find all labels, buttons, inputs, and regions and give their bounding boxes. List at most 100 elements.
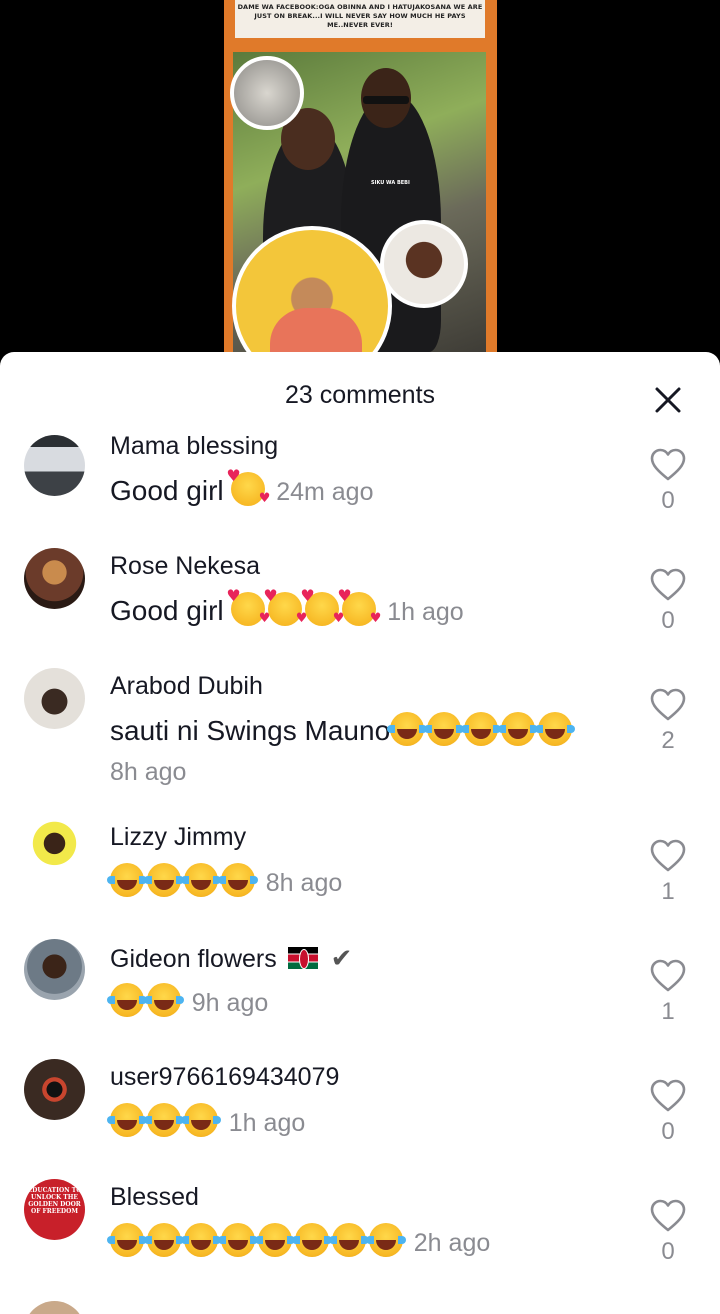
like-count: 0	[661, 1118, 675, 1145]
avatar[interactable]	[24, 819, 85, 880]
tears-of-joy-icon	[107, 983, 147, 1017]
smiling-face-with-hearts-icon	[263, 586, 307, 626]
poster-circle-woman	[380, 220, 468, 308]
comment-time: 9h ago	[191, 989, 269, 1017]
comment-item[interactable]: Arabod Dubih sauti ni Swings Mauno 8h ag…	[0, 668, 720, 822]
tears-of-joy-icon	[292, 1223, 332, 1257]
heart-outline-icon	[650, 688, 686, 721]
video-player[interactable]: DAME WA FACEBOOK:OGA OBINNA AND I HATUJA…	[0, 0, 720, 360]
smiling-face-with-hearts-icon	[226, 586, 270, 626]
heart-outline-icon	[650, 448, 686, 481]
comment-text: 2h ago	[107, 1223, 491, 1258]
like-button[interactable]: 0	[648, 448, 688, 515]
tears-of-joy-icon	[144, 983, 184, 1017]
like-count: 1	[661, 998, 675, 1025]
tears-of-joy-icon	[144, 1103, 184, 1137]
comment-username-text: Gideon flowers	[110, 945, 277, 973]
comment-username[interactable]: Arabod Dubih	[110, 672, 263, 701]
comment-time: 8h ago	[265, 869, 343, 897]
like-button[interactable]: 1	[648, 959, 688, 1026]
avatar[interactable]	[24, 668, 85, 729]
video-poster: DAME WA FACEBOOK:OGA OBINNA AND I HATUJA…	[224, 0, 497, 360]
tears-of-joy-icon	[329, 1223, 369, 1257]
heart-outline-icon	[650, 959, 686, 992]
like-count: 2	[661, 727, 675, 754]
tears-of-joy-icon	[107, 1223, 147, 1257]
comment-time: 2h ago	[413, 1229, 491, 1257]
poster-circle-couple	[230, 56, 304, 130]
tears-of-joy-icon	[498, 712, 539, 746]
like-button[interactable]: 1	[648, 839, 688, 906]
heart-outline-icon	[650, 839, 686, 872]
tears-of-joy-icon	[107, 863, 147, 897]
comment-username[interactable]: Rose Nekesa	[110, 552, 260, 581]
smiling-face-with-hearts-icon	[337, 586, 381, 626]
like-count: 0	[661, 1238, 675, 1265]
tears-of-joy-icon	[144, 1223, 184, 1257]
avatar[interactable]	[24, 1301, 85, 1314]
avatar[interactable]	[24, 1059, 85, 1120]
comment-item[interactable]: Gideon flowers ✔ 9h ago 1	[0, 939, 720, 1063]
smiling-face-with-hearts-icon	[300, 586, 344, 626]
comment-text: 1h ago	[107, 1103, 305, 1138]
heart-outline-icon	[650, 1079, 686, 1112]
comment-text: 9h ago	[107, 983, 269, 1018]
comment-text: Good girl 1h ago	[110, 586, 464, 627]
comment-item[interactable]: Mama blessing Good girl 24m ago 0	[0, 432, 720, 552]
comment-count-title: 23 comments	[284, 381, 436, 409]
like-button[interactable]: 0	[648, 1199, 688, 1266]
tears-of-joy-icon	[461, 712, 502, 746]
like-button[interactable]: 2	[648, 688, 688, 755]
tears-of-joy-icon	[255, 1223, 295, 1257]
tears-of-joy-icon	[218, 1223, 258, 1257]
check-mark-icon: ✔	[330, 943, 353, 973]
comment-username[interactable]: user9766169434079	[110, 1063, 339, 1092]
sunglasses	[363, 96, 409, 104]
comment-item[interactable]: EDUCATION TO UNLOCK THE GOLDEN DOOR OF F…	[0, 1179, 720, 1303]
comment-username[interactable]: Gideon flowers ✔	[110, 943, 352, 974]
comment-item-partial[interactable]	[0, 1301, 720, 1314]
comment-username[interactable]: Blessed	[110, 1183, 199, 1212]
comment-item[interactable]: Lizzy Jimmy 8h ago 1	[0, 819, 720, 943]
comment-item[interactable]: Rose Nekesa Good girl 1h ago 0	[0, 548, 720, 672]
avatar[interactable]	[24, 548, 85, 609]
comment-time: 1h ago	[387, 598, 464, 626]
like-count: 0	[661, 607, 675, 634]
tears-of-joy-icon	[107, 1103, 147, 1137]
comment-text: Good girl 24m ago	[110, 466, 374, 507]
heart-outline-icon	[650, 568, 686, 601]
comment-text: sauti ni Swings Mauno	[110, 712, 576, 747]
kenya-flag-icon	[287, 947, 318, 969]
comment-time: 24m ago	[276, 478, 374, 506]
comments-sheet: 23 comments Mama blessing Good girl 24m …	[0, 352, 720, 1314]
tears-of-joy-icon	[218, 863, 258, 897]
comment-time: 8h ago	[110, 758, 187, 786]
close-button[interactable]	[648, 380, 688, 420]
shirt-text: SIKU WA BEBI	[371, 180, 410, 186]
comment-username[interactable]: Lizzy Jimmy	[110, 823, 246, 852]
poster-banner: DAME WA FACEBOOK:OGA OBINNA AND I HATUJA…	[235, 0, 485, 38]
comment-username[interactable]: Mama blessing	[110, 432, 278, 461]
tears-of-joy-icon	[181, 1223, 221, 1257]
tears-of-joy-icon	[181, 1103, 221, 1137]
comment-body: Good girl	[110, 475, 224, 506]
like-button[interactable]: 0	[648, 568, 688, 635]
avatar[interactable]	[24, 435, 85, 496]
comment-body: Good girl	[110, 595, 224, 626]
tears-of-joy-icon	[366, 1223, 406, 1257]
heart-outline-icon	[650, 1199, 686, 1232]
avatar[interactable]: EDUCATION TO UNLOCK THE GOLDEN DOOR OF F…	[24, 1179, 85, 1240]
like-count: 1	[661, 878, 675, 905]
comment-body: sauti ni Swings Mauno	[110, 715, 391, 746]
tears-of-joy-icon	[535, 712, 576, 746]
comment-item[interactable]: user9766169434079 1h ago 0	[0, 1059, 720, 1183]
like-button[interactable]: 0	[648, 1079, 688, 1146]
tears-of-joy-icon	[387, 712, 428, 746]
close-icon	[655, 387, 681, 413]
tears-of-joy-icon	[424, 712, 465, 746]
tears-of-joy-icon	[181, 863, 221, 897]
avatar[interactable]	[24, 939, 85, 1000]
comment-text: 8h ago	[107, 863, 343, 898]
like-count: 0	[661, 487, 675, 514]
tears-of-joy-icon	[144, 863, 184, 897]
